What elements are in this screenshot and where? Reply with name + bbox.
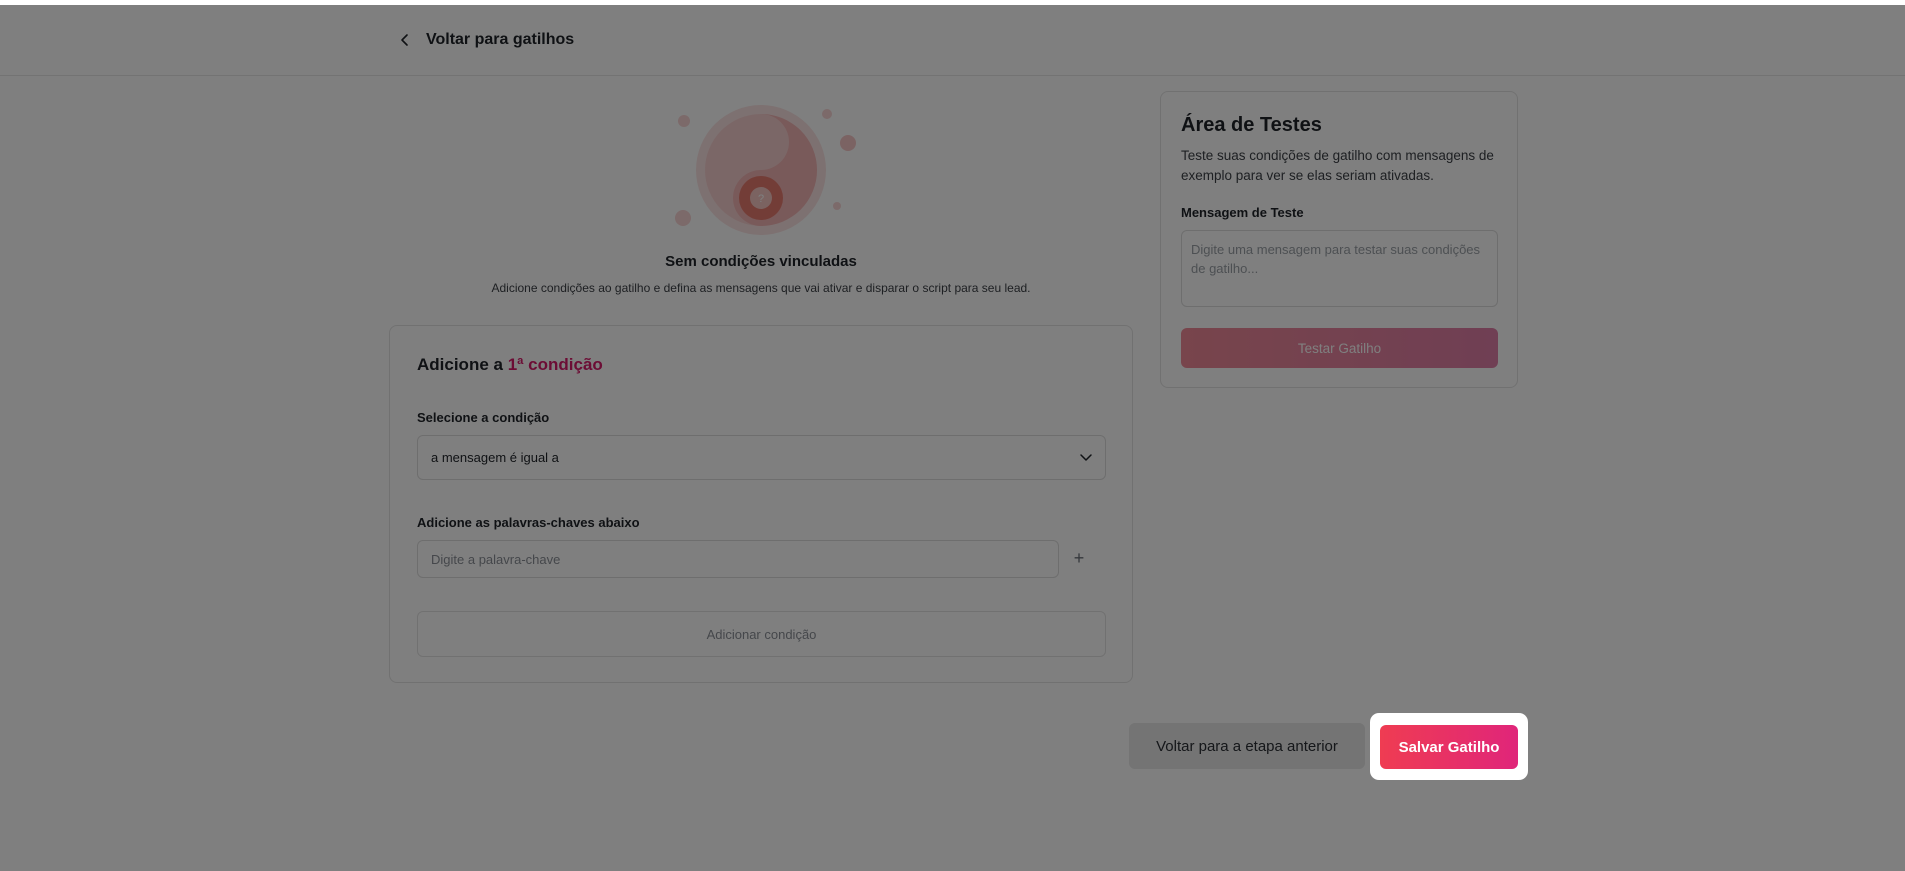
keywords-label: Adicione as palavras-chaves abaixo — [417, 515, 640, 530]
chevron-down-icon — [1080, 454, 1092, 461]
previous-step-button[interactable]: Voltar para a etapa anterior — [1129, 723, 1365, 769]
empty-state-description: Adicione condições ao gatilho e defina a… — [491, 281, 1031, 295]
keyword-input[interactable] — [417, 540, 1059, 578]
test-message-label: Mensagem de Teste — [1181, 205, 1304, 220]
chevron-left-icon — [401, 34, 408, 46]
test-area-description: Teste suas condições de gatilho com mens… — [1181, 148, 1494, 183]
window-top-edge — [0, 0, 1905, 5]
test-area-card: Área de Testes Teste suas condições de g… — [1160, 91, 1518, 388]
yin-yang-question-illustration: ? — [661, 100, 861, 240]
add-condition-button[interactable]: Adicionar condição — [417, 611, 1106, 657]
condition-heading-prefix: Adicione a — [417, 355, 508, 374]
plus-icon: + — [1073, 548, 1085, 568]
condition-heading-accent: 1ª condição — [507, 355, 603, 374]
add-keyword-button[interactable]: + — [1068, 547, 1090, 569]
save-trigger-button[interactable]: Salvar Gatilho — [1380, 725, 1518, 769]
empty-state-title: Sem condições vinculadas — [665, 253, 857, 270]
top-bar: Voltar para gatilhos — [0, 5, 1905, 76]
condition-heading: Adicione a 1ª condição — [417, 355, 603, 375]
back-to-triggers-link[interactable]: Voltar para gatilhos — [398, 25, 574, 55]
test-area-title: Área de Testes — [1181, 114, 1322, 136]
condition-card: Adicione a 1ª condição Selecione a condi… — [389, 325, 1133, 683]
test-trigger-button[interactable]: Testar Gatilho — [1181, 328, 1498, 368]
save-button-highlight: Salvar Gatilho — [1370, 713, 1528, 780]
empty-state: ? — [389, 100, 1133, 240]
select-condition-label: Selecione a condição — [417, 410, 550, 425]
condition-select-value: a mensagem é igual a — [431, 450, 559, 465]
condition-select[interactable]: a mensagem é igual a — [417, 435, 1106, 480]
question-mark-icon: ? — [758, 193, 764, 205]
test-message-input[interactable] — [1181, 230, 1498, 307]
back-link-label: Voltar para gatilhos — [426, 31, 575, 48]
